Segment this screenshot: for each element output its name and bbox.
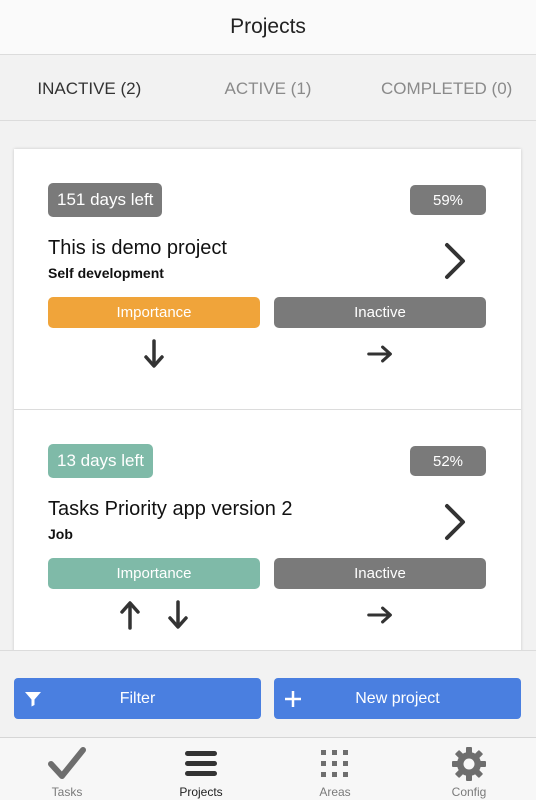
project-area: Self development	[48, 265, 164, 281]
plus-icon	[283, 689, 303, 709]
project-area: Job	[48, 526, 73, 542]
tabbar-item-config[interactable]: Config	[402, 738, 536, 800]
progress-badge: 52%	[410, 446, 486, 476]
project-name: This is demo project	[48, 237, 227, 259]
importance-arrows	[48, 598, 260, 632]
status-right-arrow-icon[interactable]	[367, 598, 393, 632]
new-project-button[interactable]: New project	[274, 678, 521, 719]
project-status-tabs: INACTIVE (2) ACTIVE (1) COMPLETED (0)	[0, 57, 536, 121]
open-project-chevron-icon[interactable]	[442, 502, 468, 542]
importance-up-arrow-icon[interactable]	[117, 598, 143, 632]
project-card: 13 days left 52% Tasks Priority app vers…	[14, 410, 521, 650]
funnel-icon	[23, 689, 43, 709]
gear-icon	[452, 747, 486, 781]
grid-icon	[321, 750, 348, 777]
tabbar-item-projects[interactable]: Projects	[134, 738, 268, 800]
project-card: 151 days left 59% This is demo project S…	[14, 149, 521, 410]
checkmark-icon	[48, 747, 86, 779]
project-name: Tasks Priority app version 2	[48, 498, 293, 520]
tabbar-item-tasks[interactable]: Tasks	[0, 738, 134, 800]
filter-button-label: Filter	[119, 689, 156, 707]
days-left-badge: 13 days left	[48, 444, 153, 478]
progress-badge: 59%	[410, 185, 486, 215]
project-list-area[interactable]: 151 days left 59% This is demo project S…	[0, 122, 536, 650]
importance-down-arrow-icon[interactable]	[141, 337, 167, 371]
list-icon	[185, 751, 217, 776]
app-header: Projects	[0, 0, 536, 55]
page-title: Projects	[230, 15, 306, 38]
importance-pill: Importance	[48, 558, 260, 589]
days-left-badge: 151 days left	[48, 183, 163, 217]
status-pill: Inactive	[274, 297, 486, 328]
status-arrows	[274, 598, 486, 632]
tabbar-label: Areas	[319, 785, 351, 799]
tabbar-item-areas[interactable]: Areas	[268, 738, 402, 800]
action-bar: Filter New project	[0, 650, 536, 737]
tab-active[interactable]: ACTIVE (1)	[179, 57, 358, 120]
tab-completed[interactable]: COMPLETED (0)	[357, 57, 536, 120]
importance-arrows	[48, 337, 260, 371]
project-list: 151 days left 59% This is demo project S…	[14, 149, 521, 650]
status-arrows	[274, 337, 486, 371]
status-right-arrow-icon[interactable]	[367, 337, 393, 371]
tabbar-label: Projects	[179, 785, 223, 799]
tabbar-label: Tasks	[51, 785, 83, 799]
tab-inactive[interactable]: INACTIVE (2)	[0, 57, 179, 120]
new-project-button-label: New project	[355, 689, 440, 707]
status-pill: Inactive	[274, 558, 486, 589]
bottom-tab-bar: Tasks Projects Areas Config	[0, 737, 536, 800]
tabbar-label: Config	[451, 785, 487, 799]
importance-pill: Importance	[48, 297, 260, 328]
importance-down-arrow-icon[interactable]	[165, 598, 191, 632]
open-project-chevron-icon[interactable]	[442, 241, 468, 281]
filter-button[interactable]: Filter	[14, 678, 261, 719]
